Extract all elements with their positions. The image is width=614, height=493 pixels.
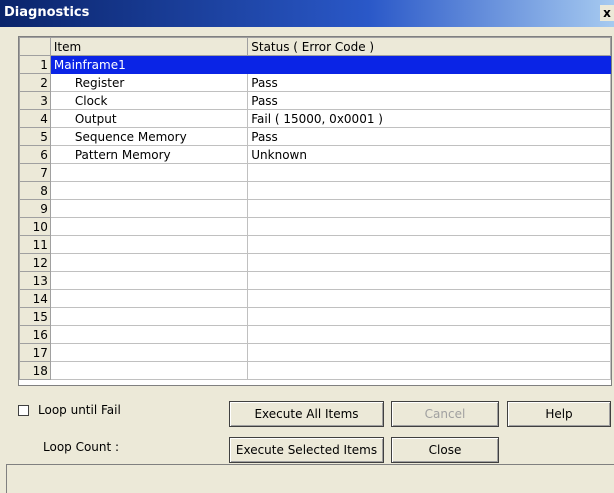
table-row[interactable]: 18 [19,361,611,380]
table-row[interactable]: 16 [19,325,611,344]
row-number[interactable]: 16 [19,325,51,344]
table-row[interactable]: 15 [19,307,611,326]
status-cell[interactable] [247,199,611,218]
table-row[interactable]: 14 [19,289,611,308]
status-cell[interactable] [247,361,611,380]
status-cell[interactable] [247,181,611,200]
table-row[interactable]: 10 [19,217,611,236]
item-cell[interactable] [49,163,249,182]
row-number[interactable]: 15 [19,307,51,326]
item-cell[interactable] [49,343,249,362]
status-cell[interactable] [247,325,611,344]
item-column-header[interactable]: Item [49,37,249,56]
status-cell[interactable] [247,289,611,308]
row-number[interactable]: 10 [19,217,51,236]
row-number[interactable]: 3 [19,91,51,110]
diagnostics-table: Item Status ( Error Code ) 1 Mainframe1 2 R… [19,37,611,380]
table-row[interactable]: 12 [19,253,611,272]
table-row[interactable]: 13 [19,271,611,290]
loop-count-label: Loop Count : [43,440,120,454]
row-number[interactable]: 1 [19,55,51,74]
row-number[interactable]: 5 [19,127,51,146]
table-row[interactable]: 17 [19,343,611,362]
loop-until-fail-label: Loop until Fail [38,403,121,417]
item-cell[interactable] [49,181,249,200]
item-cell[interactable]: Sequence Memory [49,127,249,146]
item-cell[interactable]: Mainframe1 [49,55,249,74]
table-header-row: Item Status ( Error Code ) [19,37,611,56]
status-cell[interactable] [247,253,611,272]
item-cell[interactable] [49,199,249,218]
table-row[interactable]: 6 Pattern Memory Unknown [19,145,611,164]
table-row[interactable]: 5 Sequence Memory Pass [19,127,611,146]
window-title: Diagnostics [4,5,90,20]
table-row[interactable]: 4 Output Fail ( 15000, 0x0001 ) [19,109,611,128]
status-cell[interactable] [247,271,611,290]
table-row[interactable]: 11 [19,235,611,254]
execute-selected-items-button[interactable]: Execute Selected Items [229,437,384,463]
item-cell[interactable]: Register [49,73,249,92]
table-row[interactable]: 9 [19,199,611,218]
table-row[interactable]: 1 Mainframe1 [19,55,611,74]
loop-until-fail-checkbox[interactable] [18,405,29,416]
row-number[interactable]: 13 [19,271,51,290]
status-cell[interactable] [247,163,611,182]
row-number[interactable]: 18 [19,361,51,380]
status-cell[interactable]: Pass [247,73,611,92]
row-number[interactable]: 4 [19,109,51,128]
status-cell[interactable]: Pass [247,91,611,110]
row-number[interactable]: 9 [19,199,51,218]
item-cell[interactable] [49,217,249,236]
status-cell[interactable] [247,217,611,236]
help-button[interactable]: Help [507,401,611,427]
table-row[interactable]: 8 [19,181,611,200]
execute-all-items-button[interactable]: Execute All Items [229,401,384,427]
table-row[interactable]: 3 Clock Pass [19,91,611,110]
table-row[interactable]: 2 Register Pass [19,73,611,92]
item-cell[interactable]: Pattern Memory [49,145,249,164]
row-number[interactable]: 2 [19,73,51,92]
row-number[interactable]: 6 [19,145,51,164]
cancel-button[interactable]: Cancel [391,401,499,427]
row-number[interactable]: 14 [19,289,51,308]
row-number[interactable]: 7 [19,163,51,182]
status-cell[interactable]: Pass [247,127,611,146]
row-number[interactable]: 12 [19,253,51,272]
title-bar[interactable]: Diagnostics x [0,0,614,27]
diagnostics-grid: Item Status ( Error Code ) 1 Mainframe1 2 R… [18,36,612,386]
status-cell[interactable] [247,307,611,326]
row-number[interactable]: 11 [19,235,51,254]
table-row[interactable]: 7 [19,163,611,182]
diagnostics-window: Diagnostics x Item Status ( Error Code )… [0,0,614,493]
item-cell[interactable]: Output [49,109,249,128]
item-cell[interactable] [49,361,249,380]
item-cell[interactable] [49,253,249,272]
status-cell[interactable] [247,235,611,254]
row-number[interactable]: 8 [19,181,51,200]
row-number[interactable]: 17 [19,343,51,362]
item-cell[interactable] [49,235,249,254]
status-cell[interactable]: Unknown [247,145,611,164]
row-number-header [19,37,51,56]
status-column-header[interactable]: Status ( Error Code ) [247,37,611,56]
item-cell[interactable] [49,271,249,290]
status-cell[interactable]: Fail ( 15000, 0x0001 ) [247,109,611,128]
status-bar [6,464,614,493]
item-cell[interactable]: Clock [49,91,249,110]
item-cell[interactable] [49,307,249,326]
status-cell[interactable] [247,55,611,74]
item-cell[interactable] [49,289,249,308]
item-cell[interactable] [49,325,249,344]
status-cell[interactable] [247,343,611,362]
close-icon[interactable]: x [600,5,614,21]
close-button[interactable]: Close [391,437,499,463]
